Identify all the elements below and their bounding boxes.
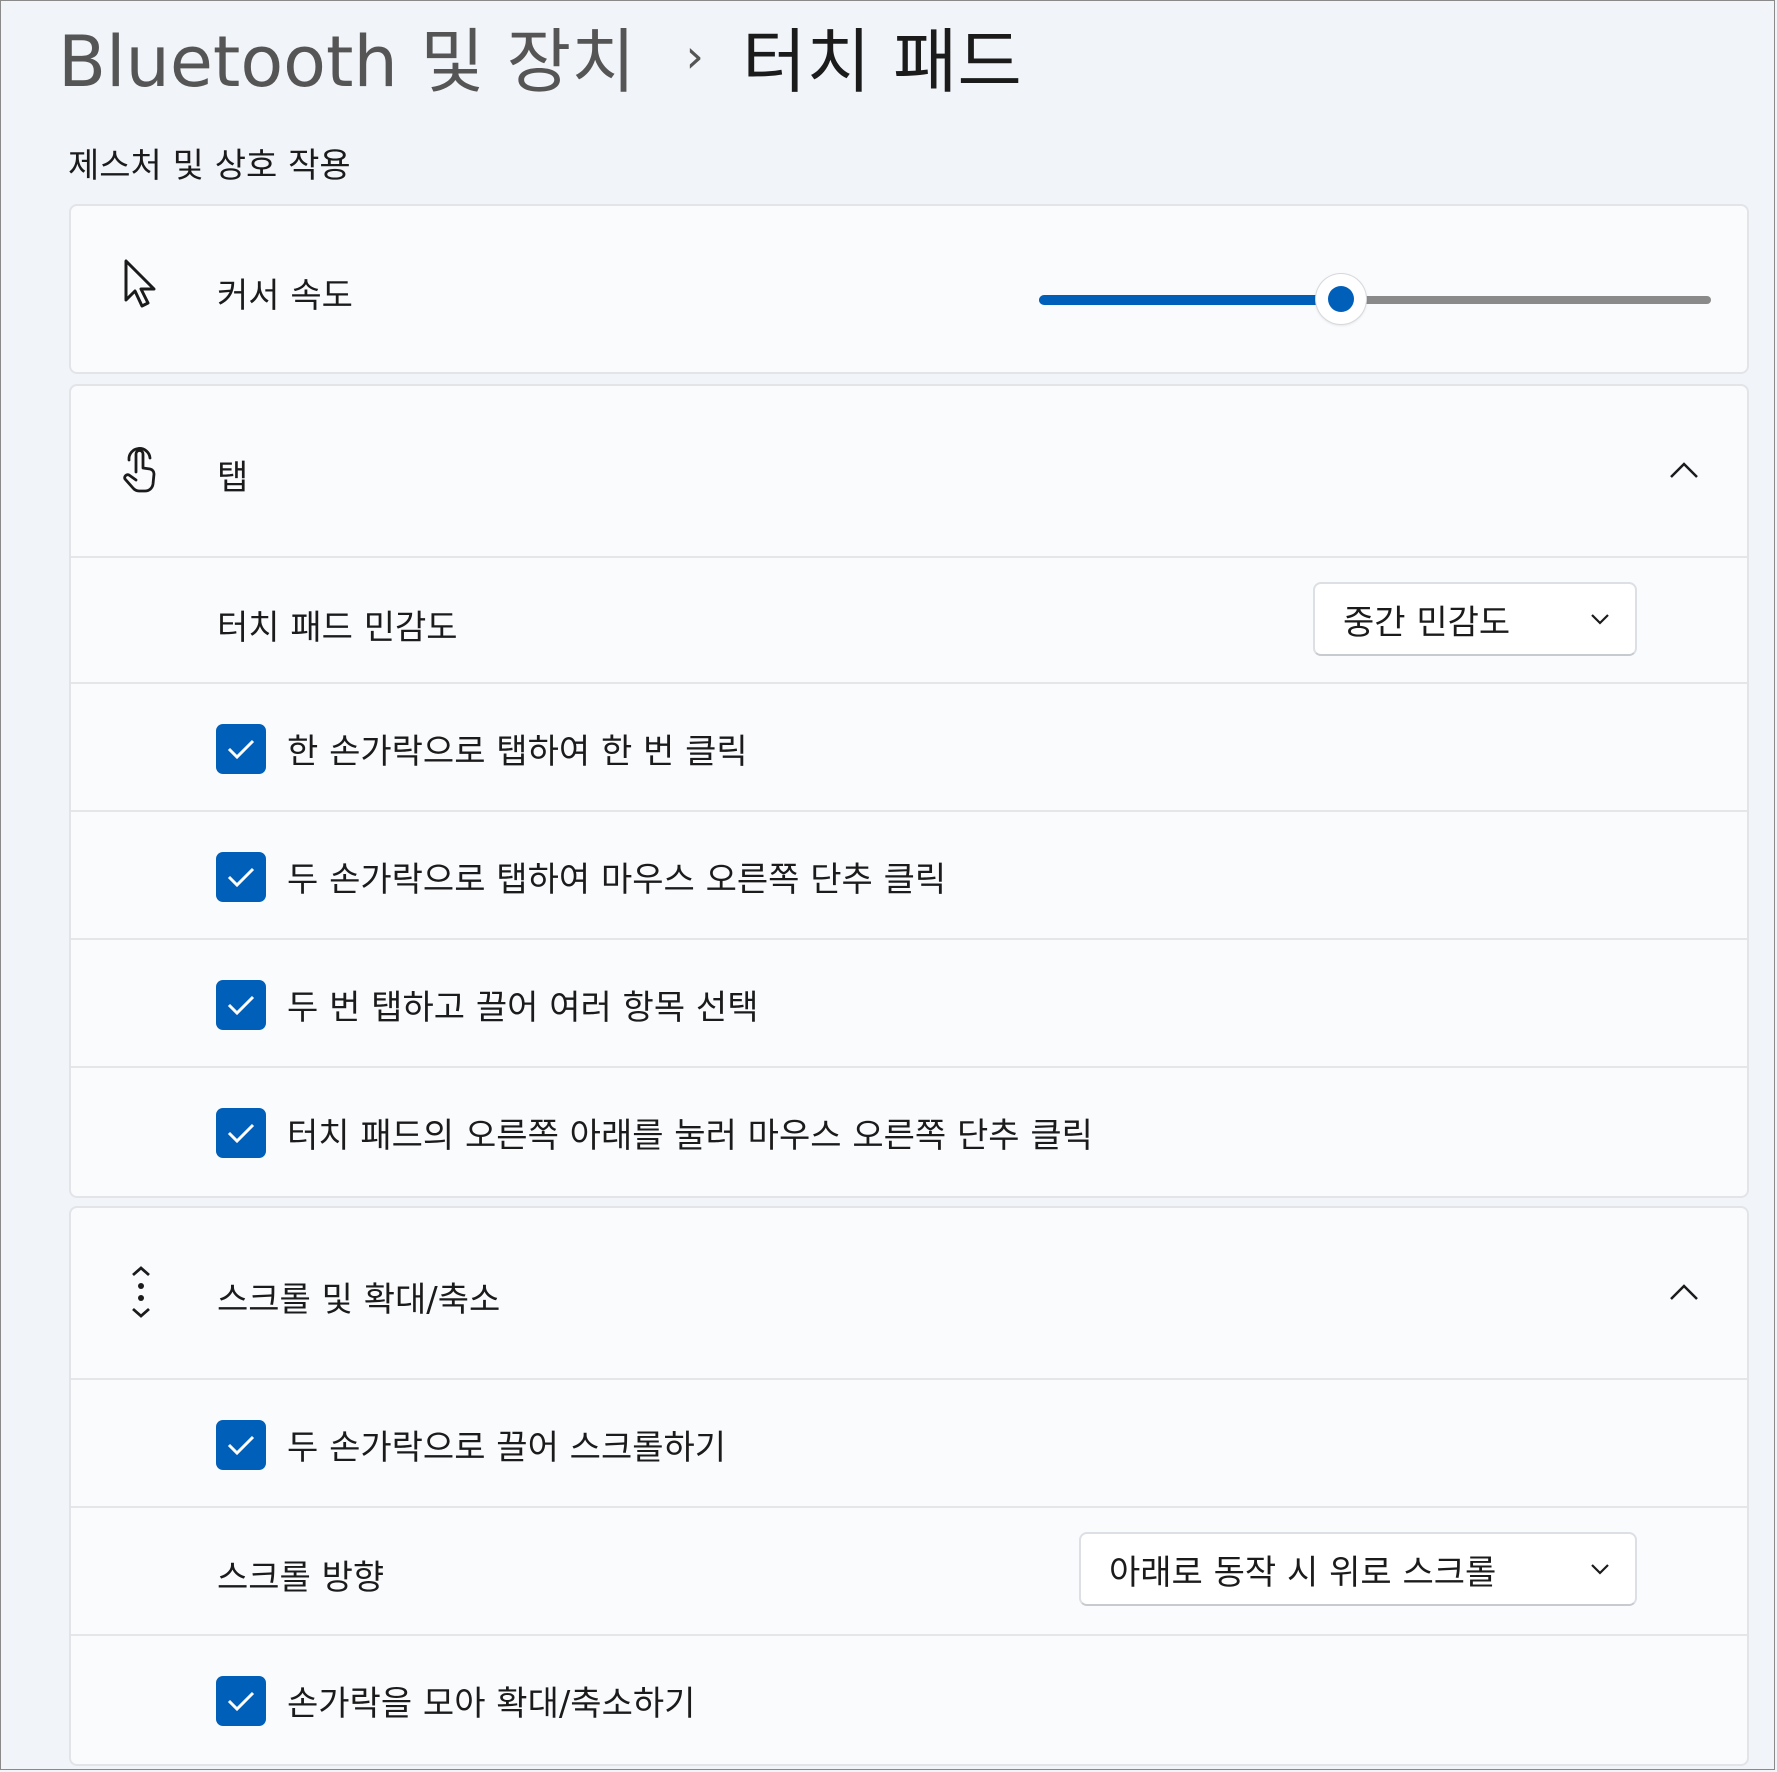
scroll-arrows-icon bbox=[119, 1266, 163, 1318]
scroll-direction-value: 아래로 동작 시 위로 스크롤 bbox=[1109, 1552, 1497, 1593]
page-title: 터치 패드 bbox=[741, 20, 1022, 103]
two-finger-scroll-checkbox[interactable] bbox=[216, 1420, 266, 1470]
tap-option-checkbox-3[interactable] bbox=[216, 980, 266, 1030]
scroll-header-label: 스크롤 및 확대/축소 bbox=[217, 1280, 501, 1320]
checkmark-icon bbox=[227, 1123, 255, 1144]
tap-card: 탭 터치 패드 민감도 중간 민감도 한 손가락으로 탭하여 한 번 클릭 두 … bbox=[69, 384, 1749, 1198]
cursor-speed-slider[interactable] bbox=[1039, 274, 1711, 324]
cursor-speed-label: 커서 속도 bbox=[217, 276, 353, 316]
touch-hand-icon bbox=[119, 447, 163, 493]
tap-option-label-3: 두 번 탭하고 끌어 여러 항목 선택 bbox=[287, 988, 759, 1028]
checkmark-icon bbox=[227, 995, 255, 1016]
sensitivity-row: 터치 패드 민감도 중간 민감도 bbox=[71, 556, 1747, 684]
tap-option-label-2: 두 손가락으로 탭하여 마우스 오른쪽 단추 클릭 bbox=[287, 860, 947, 900]
cursor-speed-row: 커서 속도 bbox=[71, 206, 1747, 372]
two-finger-scroll-row: 두 손가락으로 끌어 스크롤하기 bbox=[71, 1378, 1747, 1508]
breadcrumb-parent[interactable]: Bluetooth 및 장치 bbox=[58, 6, 636, 107]
checkmark-icon bbox=[227, 739, 255, 760]
breadcrumb-separator: › bbox=[685, 29, 704, 83]
section-title: 제스처 및 상호 작용 bbox=[68, 146, 351, 186]
checkmark-icon bbox=[227, 1435, 255, 1456]
pinch-zoom-checkbox[interactable] bbox=[216, 1676, 266, 1726]
tap-option-label-4: 터치 패드의 오른쪽 아래를 눌러 마우스 오른쪽 단추 클릭 bbox=[287, 1116, 1093, 1156]
tap-option-row: 두 손가락으로 탭하여 마우스 오른쪽 단추 클릭 bbox=[71, 810, 1747, 940]
sensitivity-value: 중간 민감도 bbox=[1343, 602, 1511, 643]
cursor-speed-card: 커서 속도 bbox=[69, 204, 1749, 374]
slider-thumb[interactable] bbox=[1316, 274, 1367, 324]
sensitivity-label: 터치 패드 민감도 bbox=[217, 608, 458, 648]
tap-option-label-1: 한 손가락으로 탭하여 한 번 클릭 bbox=[287, 732, 748, 772]
tap-option-checkbox-1[interactable] bbox=[216, 724, 266, 774]
breadcrumb: Bluetooth 및 장치 › 터치 패드 bbox=[58, 6, 1022, 106]
tap-option-row: 터치 패드의 오른쪽 아래를 눌러 마우스 오른쪽 단추 클릭 bbox=[71, 1066, 1747, 1198]
checkmark-icon bbox=[227, 867, 255, 888]
scroll-direction-label: 스크롤 방향 bbox=[217, 1558, 385, 1598]
tap-option-row: 한 손가락으로 탭하여 한 번 클릭 bbox=[71, 682, 1747, 812]
two-finger-scroll-label: 두 손가락으로 끌어 스크롤하기 bbox=[287, 1428, 727, 1468]
tap-header-row[interactable]: 탭 bbox=[71, 386, 1747, 556]
tap-option-checkbox-4[interactable] bbox=[216, 1108, 266, 1158]
pinch-zoom-row: 손가락을 모아 확대/축소하기 bbox=[71, 1634, 1747, 1766]
checkmark-icon bbox=[227, 1691, 255, 1712]
sensitivity-dropdown[interactable]: 중간 민감도 bbox=[1313, 582, 1637, 656]
chevron-down-icon bbox=[1591, 614, 1609, 625]
scroll-direction-row: 스크롤 방향 아래로 동작 시 위로 스크롤 bbox=[71, 1506, 1747, 1636]
chevron-up-icon[interactable] bbox=[1667, 453, 1701, 487]
tap-header-label: 탭 bbox=[217, 458, 249, 498]
scroll-header-row[interactable]: 스크롤 및 확대/축소 bbox=[71, 1208, 1747, 1378]
scroll-zoom-card: 스크롤 및 확대/축소 두 손가락으로 끌어 스크롤하기 스크롤 방향 아래로 … bbox=[69, 1206, 1749, 1766]
chevron-up-icon[interactable] bbox=[1667, 1275, 1701, 1309]
tap-option-checkbox-2[interactable] bbox=[216, 852, 266, 902]
chevron-down-icon bbox=[1591, 1564, 1609, 1575]
pinch-zoom-label: 손가락을 모아 확대/축소하기 bbox=[287, 1684, 696, 1724]
cursor-arrow-icon bbox=[119, 259, 163, 308]
slider-fill bbox=[1039, 295, 1342, 305]
scroll-direction-dropdown[interactable]: 아래로 동작 시 위로 스크롤 bbox=[1079, 1532, 1637, 1606]
tap-option-row: 두 번 탭하고 끌어 여러 항목 선택 bbox=[71, 938, 1747, 1068]
